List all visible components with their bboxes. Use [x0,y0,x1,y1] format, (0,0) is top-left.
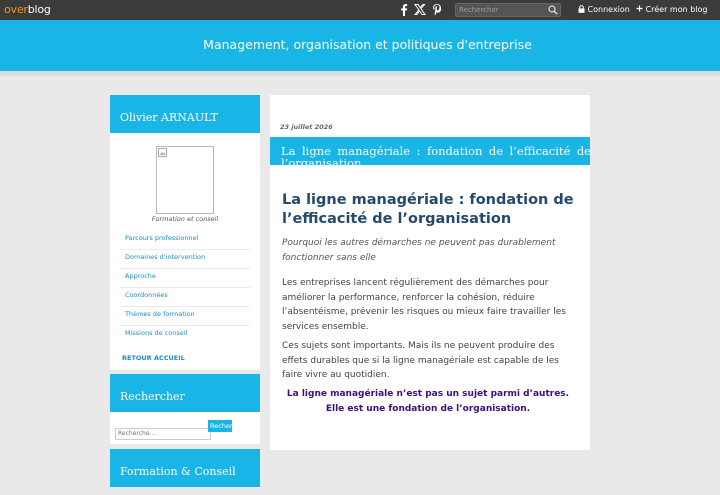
top-search-input[interactable] [459,4,547,16]
sidebar: Olivier ARNAULT Formation et conseil Par… [110,95,260,487]
top-navigation-bar: overblog Connexion Créer mon blog [0,0,720,20]
broken-image-icon [158,148,167,157]
back-home-link[interactable]: RETOUR ACCUEIL [110,344,260,370]
sidebar-item-coordonnees[interactable]: Coordonnées [120,288,250,307]
pinterest-icon[interactable] [431,3,443,16]
overblog-logo[interactable]: overblog [4,3,51,16]
sidebar-search-input[interactable] [115,427,211,440]
facebook-icon[interactable] [398,3,410,16]
search-widget-title: Rechercher [110,374,260,412]
create-blog-link[interactable]: Créer mon blog [636,5,708,14]
login-link[interactable]: Connexion [578,5,630,14]
logo-text-over: over [4,3,28,16]
logo-text-blog: blog [27,3,51,16]
plus-icon [636,5,646,14]
top-search-box [455,3,561,17]
profile-caption: Formation et conseil [151,215,219,223]
article-highlight: La ligne managériale n’est pas un sujet … [286,389,570,414]
article-subtitle: Pourquoi les autres démarches ne peuvent… [282,238,556,263]
sidebar-item-themes[interactable]: Thèmes de formation [120,307,250,326]
article: 23 juillet 2026 La ligne managériale : f… [270,95,590,450]
search-widget: Rechercher [110,412,260,444]
blog-header: Management, organisation et politiques d… [0,20,720,71]
blog-title[interactable]: Management, organisation et politiques d… [0,37,720,52]
post-title-link[interactable]: La ligne managériale : fondation de l’ef… [281,145,590,165]
post-date: 23 juillet 2026 [280,123,333,131]
profile-image[interactable] [156,146,214,214]
post-title-band[interactable]: La ligne managériale : fondation de l’ef… [270,137,590,165]
article-paragraph-2: Ces sujets sont importants. Mais ils ne … [282,341,559,380]
sidebar-item-parcours[interactable]: Parcours professionnel [120,231,250,250]
create-blog-label: Créer mon blog [645,5,708,14]
search-icon[interactable] [548,5,558,15]
article-heading: La ligne managériale : fondation de l’ef… [282,192,574,227]
profile-widget-title: Olivier ARNAULT [110,95,260,133]
article-paragraph-1: Les entreprises lancent régulièrement de… [282,278,566,332]
lock-icon [578,5,588,14]
sidebar-item-domaines[interactable]: Domaines d'intervention [120,250,250,269]
profile-widget: Formation et conseil Parcours profession… [110,133,260,370]
sidebar-menu: Parcours professionnel Domaines d'interv… [120,231,250,344]
sidebar-item-missions[interactable]: Missions de conseil [120,326,250,344]
formation-widget-title: Formation & Conseil [110,449,260,487]
login-label: Connexion [587,5,630,14]
x-icon[interactable] [414,3,426,16]
sidebar-item-approche[interactable]: Approche [120,269,250,288]
header-divider [0,71,720,76]
cut-off-text-line [282,445,522,450]
sidebar-search-button[interactable]: Rechercher [208,420,232,432]
